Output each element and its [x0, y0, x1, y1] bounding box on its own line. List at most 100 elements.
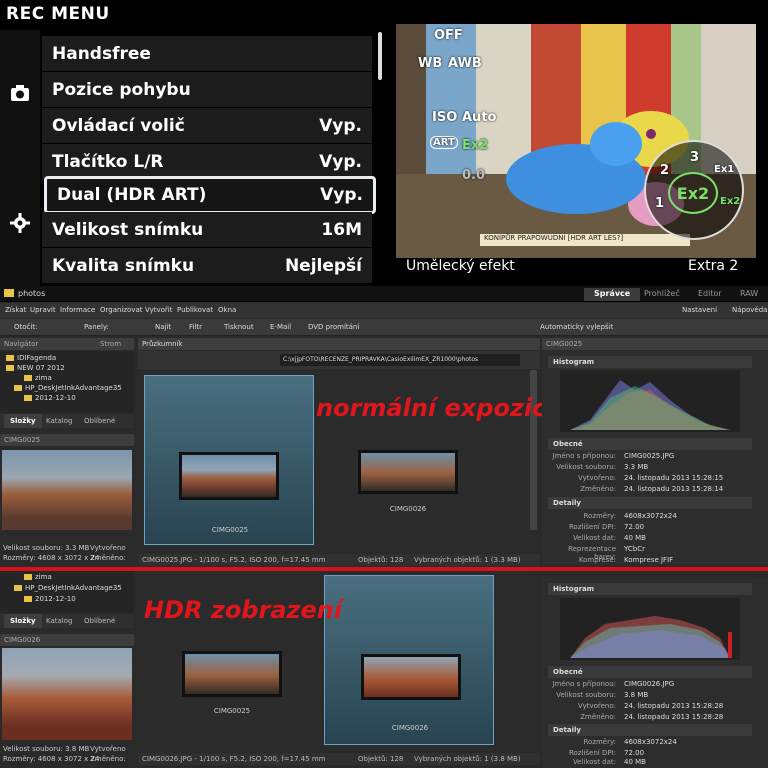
rotate-button[interactable]: Otočit:	[14, 323, 37, 331]
camera-mode-sidebar	[0, 30, 40, 286]
menu-item-image-size[interactable]: Velikost snímku 16M	[42, 212, 372, 248]
info-colorrep: YCbCr	[624, 545, 645, 553]
panels-button[interactable]: Panely:	[84, 323, 109, 331]
tab-catalog[interactable]: Katalog	[40, 414, 78, 428]
thumbnail-caption: CIMG0025	[211, 526, 249, 534]
folder-icon	[24, 375, 32, 381]
menu-item-control-dial[interactable]: Ovládací volič Vyp.	[42, 108, 372, 144]
dvd-slideshow-button[interactable]: DVD promítání	[308, 323, 359, 331]
tree-item[interactable]: NEW 07 2012	[17, 364, 65, 372]
camera-icon[interactable]	[9, 82, 31, 104]
menu-windows[interactable]: Okna	[218, 306, 236, 314]
status-exif: CIMG0026.JPG - 1/100 s, F5.2, ISO 200, f…	[142, 755, 326, 763]
tree-item[interactable]: HP_DeskJetInkAdvantage35	[25, 384, 122, 392]
effect-value-caption: Extra 2	[688, 258, 739, 274]
general-section[interactable]: Obecné	[548, 666, 752, 678]
info-key: Jméno s příponou:	[552, 452, 616, 460]
info-key: Změněno:	[580, 485, 616, 493]
tab-manager[interactable]: Správce	[584, 288, 641, 301]
info-key: Velikost dat:	[573, 534, 616, 542]
preview-dimensions: Rozměry: 4608 x 3072 x 24	[3, 554, 100, 562]
info-filesize: 3.3 MB	[624, 463, 649, 471]
folder-icon	[14, 585, 22, 591]
menu-scrollbar[interactable]	[378, 32, 382, 80]
details-section[interactable]: Detaily	[548, 497, 752, 509]
tree-dropdown[interactable]: Strom	[100, 340, 121, 348]
menu-item-image-quality[interactable]: Kvalita snímku Nejlepší	[42, 248, 372, 284]
filter-button[interactable]: Filtr	[189, 323, 202, 331]
histogram-section[interactable]: Histogram	[548, 356, 752, 368]
tree-item[interactable]: 2012-12-10	[35, 394, 76, 402]
general-section[interactable]: Obecné	[548, 438, 752, 450]
gear-icon[interactable]	[9, 212, 31, 234]
menu-acquire[interactable]: Získat	[5, 306, 26, 314]
folder-icon	[6, 355, 14, 361]
auto-enhance-button[interactable]: Automaticky vylepšit	[540, 323, 613, 331]
menu-publish[interactable]: Publikovat	[177, 306, 213, 314]
find-button[interactable]: Najít	[155, 323, 171, 331]
preview-changed: Změněno:	[90, 554, 126, 562]
title-bar: photos Správce Prohlížeč Editor RAW	[0, 286, 768, 302]
details-section[interactable]: Detaily	[548, 724, 752, 736]
overlay-normal-exposure: normální expozice	[316, 394, 563, 422]
thumbnail-image[interactable]	[182, 651, 282, 697]
status-object-count: Objektů: 128	[358, 755, 404, 763]
info-key: Rozlišení DPI:	[569, 749, 616, 757]
tab-catalog[interactable]: Katalog	[40, 614, 78, 628]
tab-folders[interactable]: Složky	[4, 614, 42, 628]
menu-item-value: Vyp.	[319, 151, 362, 172]
thumbnail-card-selected[interactable]: CIMG0026	[324, 575, 494, 745]
tab-viewer[interactable]: Prohlížeč	[634, 288, 690, 301]
menu-item-label: Pozice pohybu	[52, 79, 191, 100]
tab-favorites[interactable]: Oblíbené	[78, 414, 121, 428]
info-key: Vytvořeno:	[577, 702, 616, 710]
tree-item[interactable]: HP_DeskJetInkAdvantage35	[25, 584, 122, 592]
tab-editor[interactable]: Editor	[688, 288, 732, 301]
tree-item[interactable]: zima	[35, 573, 52, 581]
info-filename: CIMG0025.JPG	[624, 452, 675, 460]
folder-icon	[6, 365, 14, 371]
dial-option-2: 2	[660, 163, 670, 178]
menu-item-lr-button[interactable]: Tlačítko L/R Vyp.	[42, 144, 372, 180]
preview-changed: Změněno:	[90, 755, 126, 763]
info-datasize: 40 MB	[624, 534, 646, 542]
email-button[interactable]: E-Mail	[270, 323, 291, 331]
tree-item[interactable]: zima	[35, 374, 52, 382]
menu-item-label: Dual (HDR ART)	[57, 185, 207, 205]
menu-item-value: Vyp.	[319, 115, 362, 136]
menu-info[interactable]: Informace	[60, 306, 95, 314]
menu-create[interactable]: Vytvořit	[145, 306, 172, 314]
preview-header-bottom: CIMG0026	[0, 634, 134, 646]
tree-item[interactable]: IDIFagenda	[17, 354, 56, 362]
menu-organize[interactable]: Organizovat	[100, 306, 143, 314]
photo-manager-window: photos Správce Prohlížeč Editor RAW Získ…	[0, 286, 768, 768]
info-dimensions: 4608x3072x24	[624, 512, 677, 520]
menu-edit[interactable]: Upravit	[30, 306, 56, 314]
iso-value: Auto	[462, 110, 497, 125]
thumbnail-image[interactable]	[358, 450, 458, 494]
folder-icon	[24, 395, 32, 401]
tab-folders[interactable]: Složky	[4, 414, 42, 428]
menu-item-handsfree[interactable]: Handsfree	[42, 36, 372, 72]
tab-raw[interactable]: RAW	[730, 288, 768, 301]
toolbar: Otočit: Panely: Najít Filtr Tisknout E-M…	[0, 319, 768, 336]
info-filename: CIMG0026.JPG	[624, 680, 675, 688]
settings-link[interactable]: Nastavení	[682, 306, 717, 314]
tab-favorites[interactable]: Oblíbené	[78, 614, 121, 628]
info-key: Rozměry:	[583, 738, 616, 746]
camera-screen: REC MENU Handsfree Pozice pohybu Ovládac…	[0, 0, 768, 286]
help-link[interactable]: Nápověda	[732, 306, 767, 314]
thumbnail-card-selected[interactable]: CIMG0025	[144, 375, 314, 545]
histogram-section[interactable]: Histogram	[548, 583, 752, 595]
navigator-tabs-bottom: Složky Katalog Oblíbené	[0, 614, 134, 628]
navigator-tabs: Složky Katalog Oblíbené	[0, 414, 134, 428]
path-input[interactable]: C:\xjjpFOTO\RECENZE_PRIPRAVKA\CasioExili…	[280, 354, 520, 366]
menu-item-dual-hdr-art[interactable]: Dual (HDR ART) Vyp.	[44, 176, 376, 214]
window-title: photos	[18, 289, 46, 298]
thumbnail-caption: CIMG0026	[389, 505, 427, 513]
info-created: 24. listopadu 2013 15:28:28	[624, 702, 724, 710]
print-button[interactable]: Tisknout	[224, 323, 254, 331]
tree-item[interactable]: 2012-12-10	[35, 595, 76, 603]
awb-value: AWB	[448, 56, 482, 71]
menu-item-motion-position[interactable]: Pozice pohybu	[42, 72, 372, 108]
